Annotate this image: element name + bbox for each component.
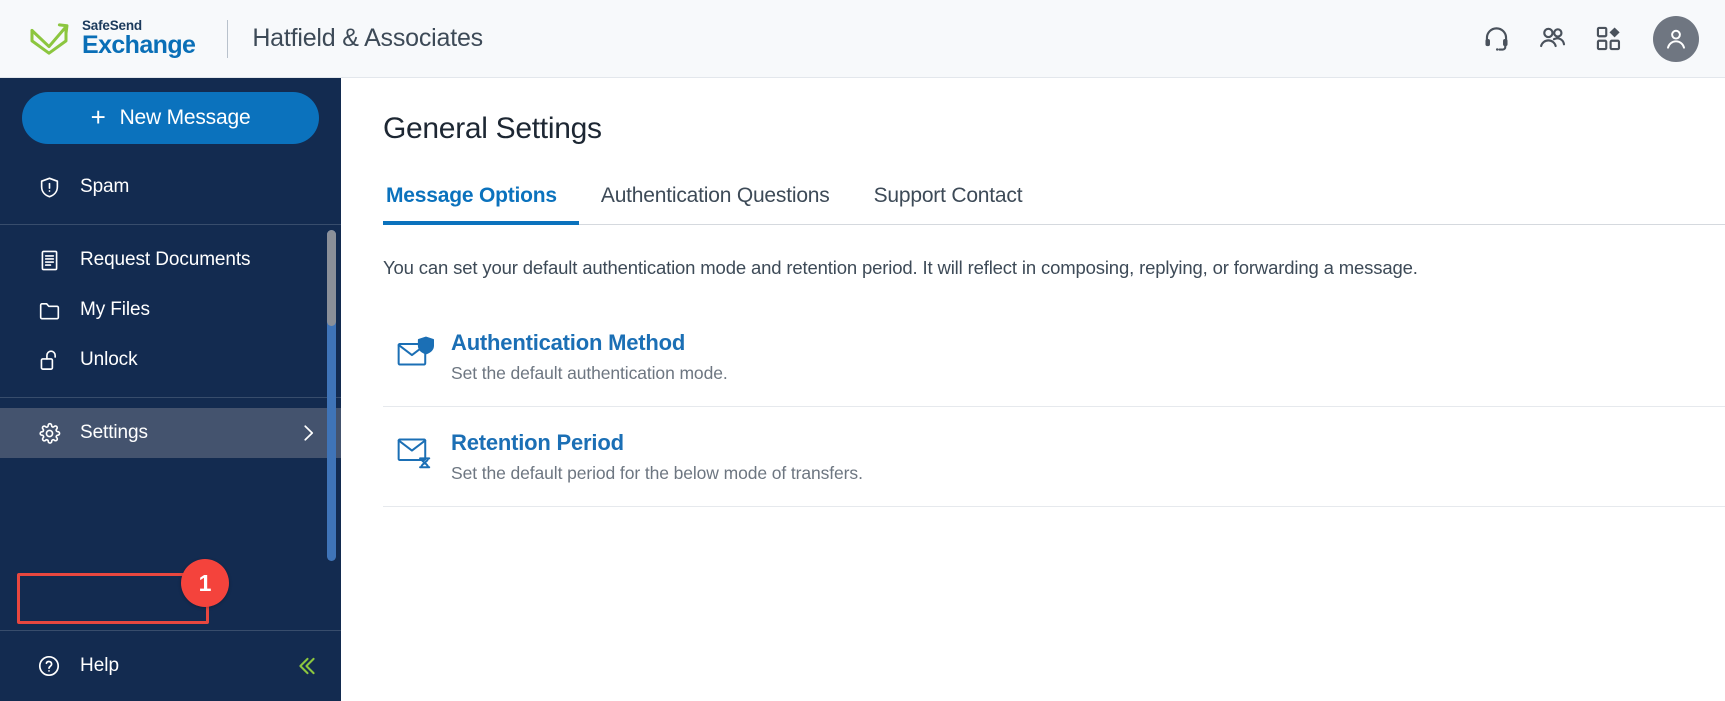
annotation-step-badge: 1	[181, 559, 229, 607]
sidebar-item-label: My Files	[80, 299, 150, 320]
sidebar-group-settings: Settings	[0, 408, 341, 458]
folder-icon	[36, 297, 62, 323]
sidebar-scrollbar-track[interactable]	[327, 230, 336, 561]
setting-title: Retention Period	[451, 430, 624, 455]
logo-text-safesend: SafeSend	[82, 17, 142, 33]
new-message-button[interactable]: + New Message	[22, 92, 319, 144]
sidebar-item-spam[interactable]: Spam	[0, 162, 341, 212]
sidebar-divider	[0, 224, 341, 225]
setting-row-retention-period[interactable]: Retention Period Set the default period …	[383, 407, 1725, 507]
sidebar: Drafts Sent	[0, 78, 341, 701]
envelope-shield-icon	[391, 329, 443, 375]
request-documents-icon	[36, 247, 62, 273]
tab-message-options[interactable]: Message Options	[383, 184, 579, 225]
spam-shield-alert-icon	[36, 174, 62, 200]
header-actions	[1481, 15, 1699, 62]
plus-icon: +	[90, 102, 106, 132]
app-header: SafeSend Exchange Hatfield & Associates	[0, 0, 1725, 78]
sidebar-item-label: Spam	[80, 176, 130, 197]
tab-authentication-questions[interactable]: Authentication Questions	[579, 184, 852, 225]
sidebar-item-help[interactable]: Help	[0, 630, 341, 701]
sidebar-divider	[0, 397, 341, 398]
chevron-right-icon	[297, 422, 319, 444]
setting-subtitle: Set the default authentication mode.	[451, 363, 728, 383]
setting-subtitle: Set the default period for the below mod…	[451, 463, 863, 483]
tab-support-contact[interactable]: Support Contact	[852, 184, 1045, 225]
people-contacts-icon[interactable]	[1537, 24, 1567, 54]
help-question-circle-icon	[36, 653, 62, 679]
app-root: SafeSend Exchange Hatfield & Associates	[0, 0, 1725, 701]
gear-icon	[36, 420, 62, 446]
logo-text-exchange: Exchange	[82, 31, 196, 60]
headset-support-icon[interactable]	[1481, 24, 1511, 54]
main-content: General Settings Message Options Authent…	[341, 78, 1725, 701]
sidebar-item-label: Settings	[80, 422, 148, 443]
setting-text: Authentication Method Set the default au…	[451, 329, 1725, 384]
sidebar-item-label: Unlock	[80, 349, 138, 370]
unlock-padlock-icon	[36, 347, 62, 373]
logo-wordmark: SafeSend Exchange	[82, 17, 196, 60]
envelope-hourglass-icon	[391, 429, 443, 475]
apps-grid-icon[interactable]	[1593, 24, 1623, 54]
sidebar-scrollbar-thumb[interactable]	[327, 230, 336, 326]
sidebar-item-label: Request Documents	[80, 249, 251, 270]
new-message-container: + New Message	[0, 92, 341, 152]
setting-text: Retention Period Set the default period …	[451, 429, 1725, 484]
sidebar-item-unlock[interactable]: Unlock	[0, 335, 341, 385]
setting-row-authentication-method[interactable]: Authentication Method Set the default au…	[383, 307, 1725, 407]
sidebar-group-files: Request Documents My Files Unlock	[0, 235, 341, 385]
sidebar-item-my-files[interactable]: My Files	[0, 285, 341, 335]
sidebar-nav-scroll: Drafts Sent	[0, 140, 341, 630]
sidebar-nav-inner: Drafts Sent	[0, 140, 341, 458]
sidebar-item-settings[interactable]: Settings	[0, 408, 341, 458]
settings-list: Authentication Method Set the default au…	[383, 307, 1725, 507]
section-description: You can set your default authentication …	[383, 257, 1418, 278]
organization-name: Hatfield & Associates	[252, 24, 483, 52]
setting-title: Authentication Method	[451, 330, 686, 355]
settings-tabs: Message Options Authentication Questions…	[383, 184, 1725, 225]
page-title: General Settings	[383, 112, 602, 145]
new-message-label: New Message	[119, 106, 251, 129]
body-row: Drafts Sent	[0, 78, 1725, 701]
safesend-swoosh-logo	[30, 22, 69, 55]
user-avatar[interactable]	[1653, 15, 1699, 62]
collapse-double-chevron-left-icon[interactable]	[293, 653, 319, 679]
sidebar-help-label: Help	[80, 655, 120, 676]
header-divider	[227, 19, 229, 58]
sidebar-item-request-documents[interactable]: Request Documents	[0, 235, 341, 285]
brand: SafeSend Exchange	[28, 17, 196, 60]
